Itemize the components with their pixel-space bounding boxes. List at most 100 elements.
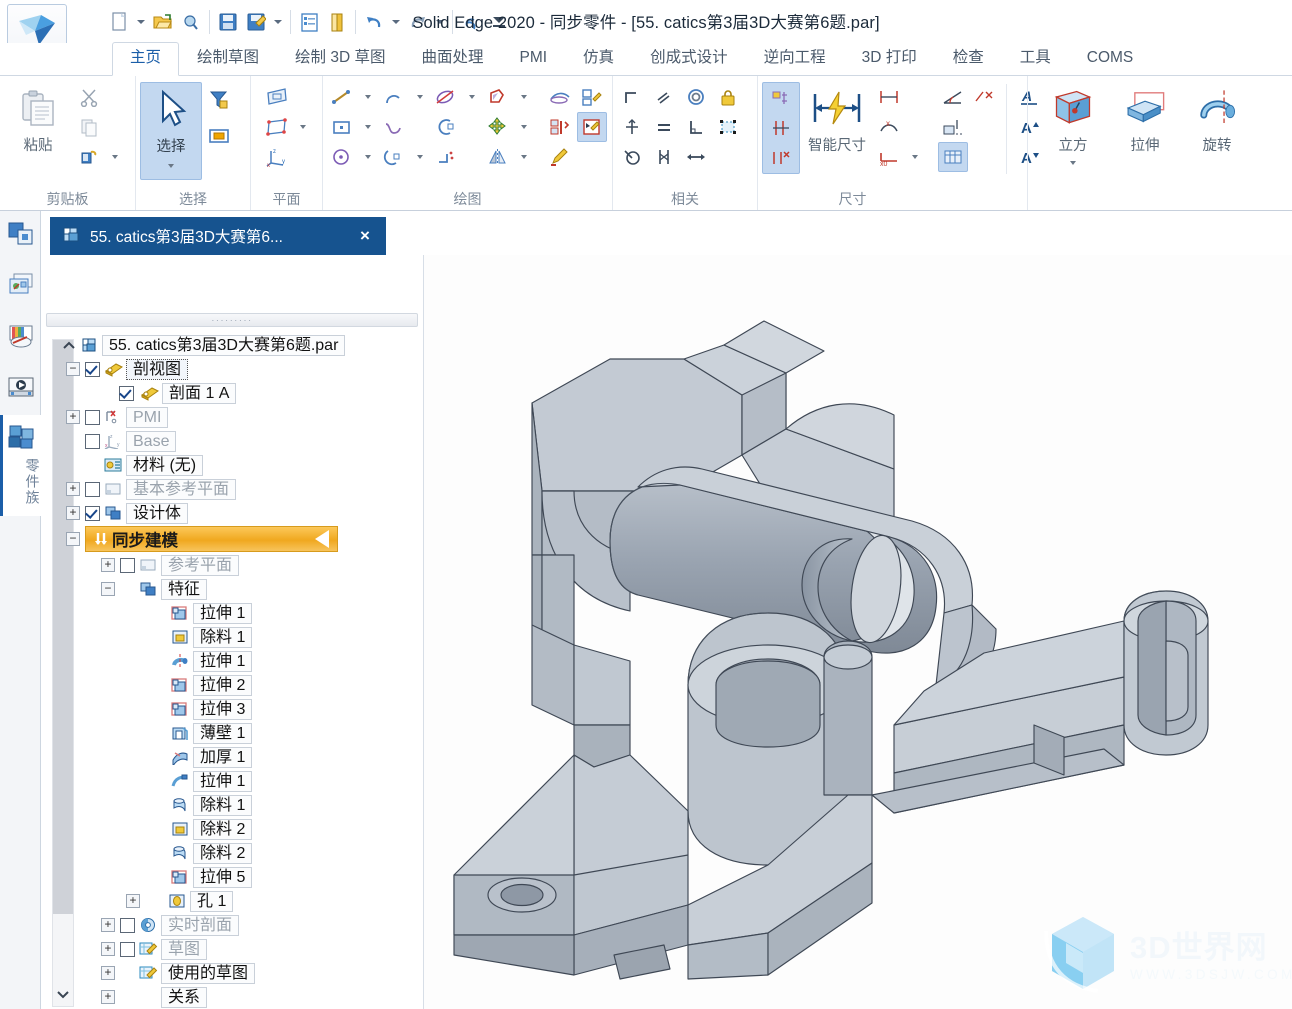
perpendicular-icon[interactable] xyxy=(681,112,711,142)
revolve-button[interactable]: 旋转 xyxy=(1184,82,1250,155)
undo-icon[interactable] xyxy=(360,4,388,40)
connect-icon[interactable] xyxy=(617,82,647,112)
sidebar-item-family-of-parts[interactable]: 零件族 xyxy=(0,415,41,516)
tab-3d-print[interactable]: 3D 打印 xyxy=(844,42,935,75)
tree-row-feature[interactable]: 除料 1 xyxy=(49,793,421,817)
3d-model-viewport[interactable]: 3D世界网 WWW.3DSJW.COM xyxy=(424,255,1292,1009)
expander-icon[interactable]: + xyxy=(101,990,115,1004)
tree-root-row[interactable]: 55. catics第3届3D大赛第6题.par xyxy=(49,333,421,357)
tree-row-feature[interactable]: 除料 2 xyxy=(49,841,421,865)
tree-row-feature[interactable]: 加厚 1 xyxy=(49,745,421,769)
distance-between-icon[interactable] xyxy=(874,82,904,112)
lock-icon[interactable] xyxy=(713,82,743,112)
angle-between-icon[interactable] xyxy=(938,82,968,112)
ellipse-dropdown-caret[interactable] xyxy=(463,82,481,112)
tab-home[interactable]: 主页 xyxy=(112,42,180,76)
dimension-axis-icon[interactable] xyxy=(766,113,796,143)
box-dropdown-caret[interactable] xyxy=(1070,161,1076,165)
collapse-all-icon[interactable] xyxy=(58,340,80,350)
tangent-icon[interactable] xyxy=(617,142,647,172)
expander-icon[interactable]: + xyxy=(101,966,115,980)
ellipse-crossed-icon[interactable] xyxy=(431,82,461,112)
expander-icon[interactable]: + xyxy=(101,558,115,572)
horizontal-vertical-icon[interactable] xyxy=(617,112,647,142)
tab-sketch[interactable]: 绘制草图 xyxy=(179,42,277,75)
tree-row-feature[interactable]: 拉伸 1 xyxy=(49,601,421,625)
sidebar-item-pathfinder[interactable] xyxy=(0,211,41,262)
tree-row-design-body[interactable]: + 设计体 xyxy=(49,501,421,525)
sidebar-item-animation[interactable] xyxy=(0,364,41,415)
coincident-plane-icon[interactable] xyxy=(262,112,292,142)
concentric-icon[interactable] xyxy=(681,82,711,112)
save-icon[interactable] xyxy=(214,4,242,40)
panel-splitter[interactable]: ········· xyxy=(46,313,418,327)
dim-align-icon[interactable] xyxy=(938,112,968,142)
polygon-icon[interactable] xyxy=(483,82,513,112)
mirror-dropdown-caret[interactable] xyxy=(515,142,533,172)
print-icon[interactable] xyxy=(323,4,351,40)
expander-icon[interactable]: + xyxy=(101,918,115,932)
redo-icon[interactable] xyxy=(404,4,432,40)
sidebar-item-layers[interactable] xyxy=(0,262,41,313)
curve-icon[interactable] xyxy=(379,112,409,142)
rectangle-icon[interactable] xyxy=(327,112,357,142)
sketch-plane-icon[interactable] xyxy=(262,82,292,112)
relationship-handles-icon[interactable] xyxy=(713,112,743,142)
select-button[interactable]: 选择 xyxy=(140,82,202,180)
tree-row-pmi[interactable]: + PMI xyxy=(49,405,421,429)
expander-icon[interactable]: − xyxy=(66,362,80,376)
sketch-edit-icon[interactable] xyxy=(577,112,607,142)
tree-row-material[interactable]: 材料 (无) xyxy=(49,453,421,477)
open-document-icon[interactable] xyxy=(149,4,177,40)
select-region-icon[interactable] xyxy=(204,121,234,151)
tab-pmi[interactable]: PMI xyxy=(501,42,565,75)
lock-dimension-icon[interactable] xyxy=(766,83,796,113)
open-recent-icon[interactable] xyxy=(177,4,205,40)
edit-profile-icon[interactable] xyxy=(577,82,607,112)
symmetric-diameter-icon[interactable]: x xyxy=(874,112,904,142)
properties-icon[interactable] xyxy=(295,4,323,40)
tree-row-feature[interactable]: 除料 2 xyxy=(49,817,421,841)
tree-row-feature[interactable]: 除料 1 xyxy=(49,625,421,649)
smart-dimension-button[interactable]: 智能尺寸 xyxy=(802,82,872,155)
collapse-arrow-icon[interactable] xyxy=(315,530,329,548)
close-icon[interactable]: × xyxy=(352,223,378,249)
fillet-icon[interactable] xyxy=(431,142,461,172)
line-dropdown-caret[interactable] xyxy=(359,82,377,112)
select-filter-icon[interactable] xyxy=(204,85,234,115)
tree-row-feature[interactable]: 拉伸 1 xyxy=(49,649,421,673)
paste-button[interactable]: 粘贴 xyxy=(4,82,72,155)
copy-icon[interactable] xyxy=(74,112,104,142)
plane-dropdown-caret[interactable] xyxy=(294,112,312,142)
synchronous-modeling-bar[interactable]: 同步建模 xyxy=(85,526,338,552)
expander-icon[interactable]: + xyxy=(66,506,80,520)
delete-dimension-x-icon[interactable] xyxy=(970,82,1000,112)
visibility-checkbox[interactable] xyxy=(120,917,135,933)
tree-row-section-view[interactable]: − 剖视图 xyxy=(49,357,421,381)
tree-row-base[interactable]: zyx Base xyxy=(49,429,421,453)
expander-icon[interactable]: + xyxy=(101,942,115,956)
tree-row-live-section[interactable]: + 实时剖面 xyxy=(49,913,421,937)
expander-icon[interactable]: − xyxy=(66,532,80,546)
save-as-icon[interactable] xyxy=(242,4,270,40)
expander-icon[interactable]: + xyxy=(126,894,140,908)
visibility-checkbox[interactable] xyxy=(85,481,100,497)
coordinate-system-icon[interactable]: zy x xyxy=(262,142,292,172)
tree-row-feature[interactable]: 拉伸 2 xyxy=(49,673,421,697)
cut-icon[interactable] xyxy=(74,82,104,112)
sidebar-item-appearance[interactable] xyxy=(0,313,41,364)
visibility-checkbox[interactable] xyxy=(85,505,100,521)
tree-row-feature[interactable]: 薄壁 1 xyxy=(49,721,421,745)
tab-inspect[interactable]: 检查 xyxy=(935,42,1002,75)
tree-row-feature[interactable]: 拉伸 5 xyxy=(49,865,421,889)
tree-row-synchronous-modeling[interactable]: − 同步建模 xyxy=(49,525,421,553)
tab-3d-sketch[interactable]: 绘制 3D 草图 xyxy=(277,42,403,75)
arc-icon[interactable] xyxy=(379,82,409,112)
mirror-icon[interactable] xyxy=(483,142,513,172)
tree-row-features-folder[interactable]: − 特征 xyxy=(49,577,421,601)
customize-qat-caret[interactable] xyxy=(485,4,513,40)
tab-generative-design[interactable]: 创成式设计 xyxy=(632,42,746,75)
tree-row-base-reference-planes[interactable]: + 基本参考平面 xyxy=(49,477,421,501)
coordinate-dimension-icon[interactable]: x0 xyxy=(874,142,904,172)
document-tab[interactable]: 55. catics第3届3D大赛第6... × xyxy=(50,217,386,255)
